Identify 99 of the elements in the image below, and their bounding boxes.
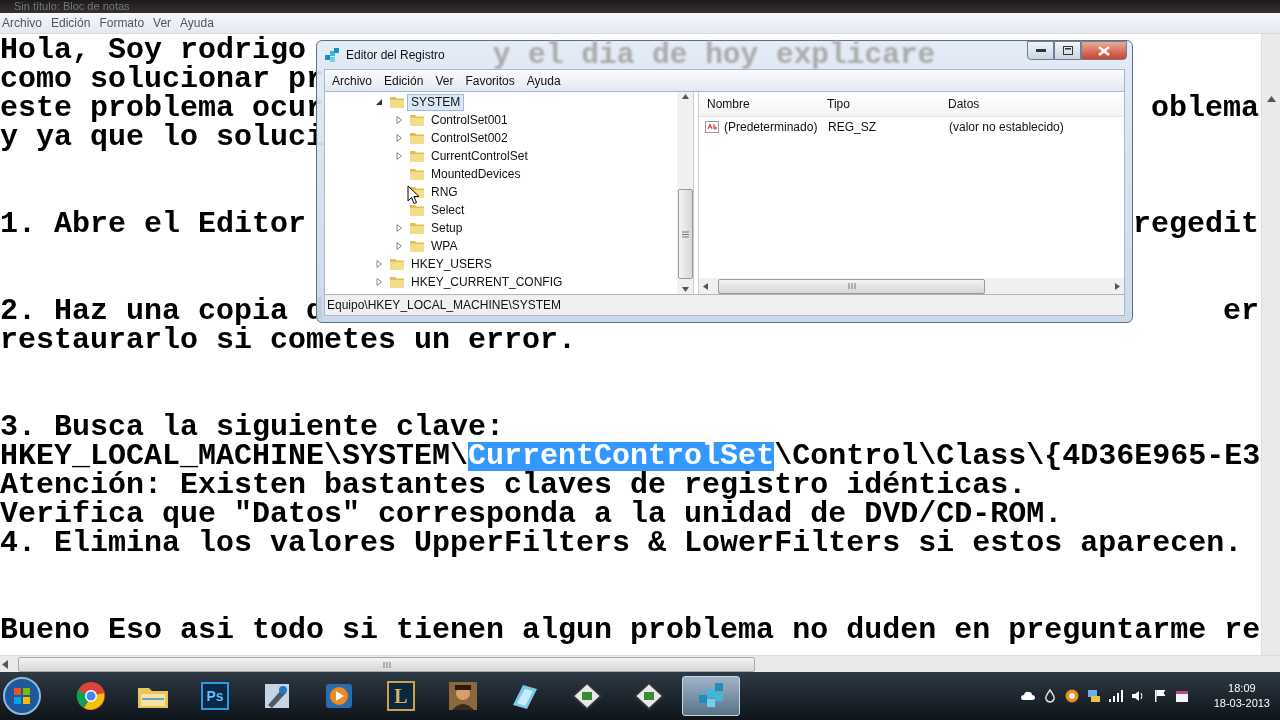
expanded-arrow-icon[interactable] (375, 98, 383, 106)
clock-date[interactable]: 18-03-2013 (1213, 696, 1270, 711)
minimize-icon (1035, 48, 1046, 53)
taskbar-button[interactable]: Ps (186, 676, 244, 716)
tool-icon (262, 681, 292, 711)
scroll-up-icon[interactable] (681, 94, 689, 99)
collapsed-arrow-icon[interactable] (395, 242, 403, 250)
scroll-left-icon[interactable] (2, 660, 8, 669)
text-line: restaurarlo si cometes un error. (0, 326, 577, 355)
folder-icon (389, 257, 405, 271)
menu-item[interactable]: Favoritos (458, 73, 520, 88)
clock-time[interactable]: 18:09 (1228, 681, 1256, 696)
diamond-icon (633, 681, 665, 711)
menu-item[interactable]: Edición (49, 16, 98, 30)
scroll-up-icon[interactable] (1266, 96, 1276, 102)
background-text: y el dia de hoy explicare (492, 41, 936, 69)
menu-item[interactable]: Ayuda (178, 16, 221, 30)
string-value-icon (705, 120, 719, 134)
app-logo: Ps (201, 682, 229, 710)
tree-item[interactable]: SYSTEM (407, 93, 465, 111)
tree-item[interactable]: MountedDevices (427, 165, 525, 183)
text-line: 3. Busca la siguiente clave: (0, 413, 505, 442)
collapsed-arrow-icon[interactable] (395, 152, 403, 160)
folder-icon (409, 221, 425, 235)
folder-icon (409, 167, 425, 181)
ring-icon[interactable] (1063, 688, 1080, 704)
text-line: 1. Abre el Editor (0, 210, 307, 239)
folder-icon (409, 239, 425, 253)
folder-icon (389, 275, 405, 289)
collapsed-arrow-icon[interactable] (395, 116, 403, 124)
minimize-button[interactable] (1027, 41, 1054, 60)
mouse-pointer-icon (407, 185, 420, 205)
collapsed-arrow-icon[interactable] (395, 134, 403, 142)
scroll-left-icon[interactable] (703, 282, 708, 290)
signal-icon[interactable] (1107, 688, 1124, 704)
tree-item[interactable]: HKEY_USERS (407, 255, 496, 273)
maximize-button[interactable] (1054, 41, 1081, 60)
folder-icon (389, 95, 405, 109)
text-line: er (1223, 297, 1260, 326)
table-cell-text: REG_SZ (827, 120, 876, 134)
tree-item[interactable]: CurrentControlSet (427, 147, 532, 165)
folder-icon (409, 203, 425, 217)
scroll-right-icon[interactable] (1115, 282, 1120, 290)
selected-text: CurrentControlSet (468, 442, 775, 471)
text-line: regedit (1132, 210, 1260, 239)
close-button[interactable] (1081, 41, 1127, 60)
tree-item[interactable]: Setup (427, 219, 467, 237)
window-title: Editor del Registro (346, 48, 445, 62)
scrollbar-thumb[interactable] (18, 657, 755, 672)
round-logo-icon (76, 681, 106, 711)
status-path: Equipo\HKEY_LOCAL_MACHINE\SYSTEM (326, 298, 562, 312)
cubes-icon (324, 47, 340, 63)
menu-item[interactable]: Edición (377, 73, 429, 88)
collapsed-arrow-icon[interactable] (375, 260, 383, 268)
start-button[interactable] (2, 676, 42, 716)
text-line: Verifica que "Datos" corresponda a la unidad de DVD/CD-ROM. (0, 500, 1063, 529)
menu-item[interactable]: Archivo (325, 73, 377, 88)
text-line: HKEY_LOCAL_MACHINE\SYSTEM\ (0, 442, 469, 471)
tree-item[interactable]: HKEY_CURRENT_CONFIG (407, 273, 567, 291)
maximize-icon (1062, 46, 1073, 55)
play-icon (324, 682, 354, 710)
window-title: Sin título: Bloc de notas (14, 1, 130, 12)
tree-item[interactable]: WPA (427, 237, 462, 255)
text-line: \Control\Class\{4D36E965-E3 (774, 442, 1261, 471)
menu-item[interactable]: Archivo (0, 16, 49, 30)
text-line: 4. Elimina los valores UpperFilters & LowerFilters si estos aparecen. (0, 529, 1243, 558)
scrollbar-thumb[interactable] (677, 189, 693, 279)
folder-icon (409, 131, 425, 145)
text-line: Atención: Existen bastantes claves de registro idénticas. (0, 471, 1027, 500)
text-line: Hola, Soy rodrigo (0, 36, 307, 65)
column-header[interactable]: Datos (940, 97, 1124, 111)
folder-icon (409, 113, 425, 127)
column-header[interactable]: Tipo (819, 97, 940, 111)
taskbar-button[interactable]: L (372, 676, 430, 716)
tree-item[interactable]: ControlSet001 (427, 111, 512, 129)
column-header[interactable]: Nombre (699, 97, 819, 111)
speaker-icon[interactable] (1129, 688, 1146, 704)
network-icon[interactable] (1085, 688, 1102, 704)
close-icon (1098, 45, 1110, 56)
menu-item[interactable]: Ver (428, 73, 459, 88)
table-cell-text: (valor no establecido) (948, 120, 1064, 134)
collapsed-arrow-icon[interactable] (375, 278, 383, 286)
calendar-icon[interactable] (1173, 688, 1190, 704)
collapsed-arrow-icon[interactable] (395, 224, 403, 232)
app-logo: L (387, 681, 415, 711)
text-line: Bueno Eso asi todo si tienen algun problema no duden en preguntarme re (0, 616, 1261, 645)
folder-icon (409, 149, 425, 163)
menu-item[interactable]: Ver (151, 16, 179, 30)
person-icon (448, 681, 478, 711)
table-cell-text: (Predeterminado) (723, 120, 818, 134)
menu-item[interactable]: Formato (97, 16, 152, 30)
scrollbar-thumb[interactable] (718, 278, 985, 294)
diamond-icon (571, 681, 603, 711)
menu-item[interactable]: Ayuda (519, 73, 566, 88)
scroll-down-icon[interactable] (681, 287, 689, 292)
tree-item[interactable]: RNG (427, 183, 462, 201)
tree-item[interactable]: Select (427, 201, 469, 219)
tree-item[interactable]: ControlSet002 (427, 129, 512, 147)
text-line: oblema (1150, 94, 1260, 123)
